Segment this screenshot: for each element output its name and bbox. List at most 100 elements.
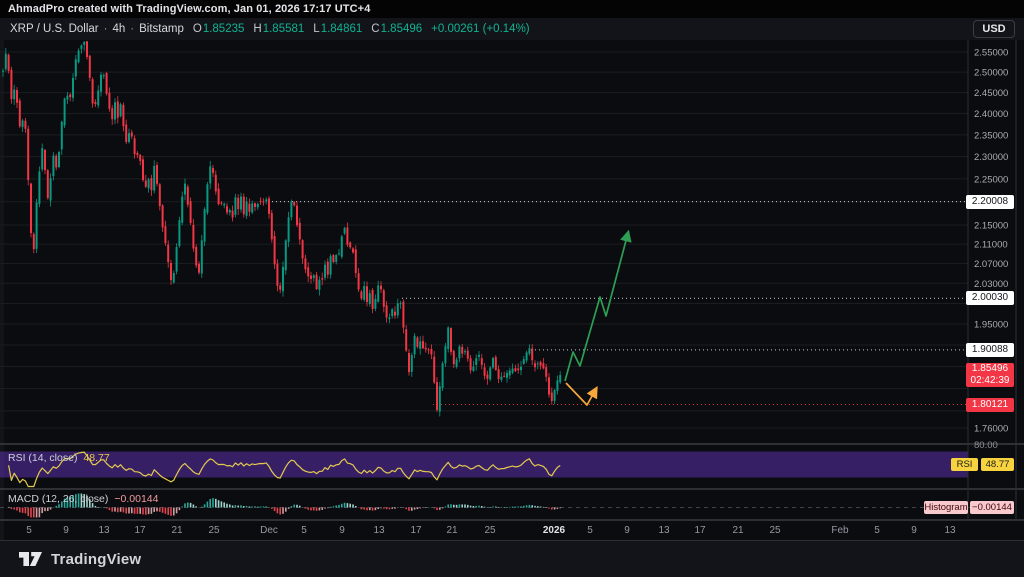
candle-body <box>447 327 449 349</box>
candle-body <box>220 203 222 204</box>
macd-bar <box>285 508 287 512</box>
candle-body <box>131 132 133 136</box>
candle-body <box>554 390 556 401</box>
level-price-label[interactable]: 1.90088 <box>966 343 1014 357</box>
macd-bar <box>529 505 531 508</box>
candle-body <box>442 363 444 388</box>
macd-bar <box>520 506 522 507</box>
level-price-label[interactable]: 1.80121 <box>966 398 1014 412</box>
candle-body <box>369 293 371 304</box>
chart-canvas[interactable]: 2.550002.500002.450002.400002.350002.300… <box>0 40 1024 540</box>
macd-bar <box>184 503 186 507</box>
drawing-arrow-pullback[interactable] <box>566 383 596 405</box>
time-tick-label: 9 <box>339 525 345 536</box>
macd-bar <box>313 508 315 511</box>
macd-bar <box>517 506 519 507</box>
candle-body <box>176 247 178 271</box>
chart-pane[interactable]: 2.550002.500002.450002.400002.350002.300… <box>0 40 1024 540</box>
tradingview-brand-text[interactable]: TradingView <box>51 551 141 568</box>
candle-body <box>36 203 38 249</box>
macd-bar <box>316 508 318 511</box>
candle-body <box>262 202 264 203</box>
macd-axis-value-badge[interactable]: −0.00144 <box>970 501 1014 514</box>
candle-body <box>358 273 360 289</box>
macd-bar <box>41 508 43 514</box>
macd-bar <box>523 506 525 508</box>
candle-body <box>215 175 217 192</box>
macd-bar <box>109 508 111 511</box>
macd-bar <box>540 507 542 508</box>
candle-body <box>274 236 276 264</box>
candle-body <box>456 359 458 366</box>
candle-body <box>304 258 306 269</box>
macd-value: −0.00144 <box>114 493 158 505</box>
candle-body <box>80 45 82 48</box>
macd-bar <box>44 508 46 512</box>
macd-bar <box>165 508 167 514</box>
candle-body <box>537 363 539 364</box>
time-tick-label: 13 <box>373 525 385 536</box>
timeframe[interactable]: 4h <box>112 23 125 35</box>
candle-body <box>260 201 262 202</box>
candle-body <box>335 255 337 262</box>
macd-bar <box>232 505 234 507</box>
macd-bar <box>439 508 441 510</box>
candle-body <box>428 349 430 350</box>
macd-bar <box>319 508 321 511</box>
macd-bar <box>534 506 536 508</box>
symbol-name[interactable]: XRP / U.S. Dollar <box>10 23 99 35</box>
candle-body <box>484 367 486 375</box>
macd-bar <box>467 505 469 508</box>
candle-body <box>190 201 192 223</box>
drawing-arrow-projection-up[interactable] <box>565 233 628 381</box>
candle-body <box>534 363 536 367</box>
macd-bar <box>204 504 206 507</box>
macd-bar <box>299 506 301 508</box>
candle-body <box>78 51 80 63</box>
candle-body <box>106 73 108 94</box>
macd-indicator-label[interactable]: MACD (12, 26, close)−0.00144 <box>8 493 158 505</box>
candle-body <box>461 347 463 354</box>
rsi-axis-name-badge[interactable]: RSI <box>951 458 978 471</box>
candle-body <box>414 336 416 355</box>
macd-bar <box>218 500 220 507</box>
candle-body <box>61 122 63 150</box>
rsi-indicator-label[interactable]: RSI (14, close)48.77 <box>8 452 110 464</box>
time-tick-label: 5 <box>301 525 307 536</box>
macd-bar <box>254 507 256 508</box>
macd-bar <box>492 506 494 507</box>
candle-body <box>10 70 12 99</box>
candle-body <box>425 348 427 350</box>
tradingview-logo-icon[interactable] <box>18 548 43 570</box>
level-price-label[interactable]: 2.00030 <box>966 291 1014 305</box>
candle-body <box>257 204 259 207</box>
macd-bar <box>221 501 223 507</box>
candle-body <box>332 255 334 262</box>
macd-axis-name-badge[interactable]: Histogram <box>924 501 968 514</box>
macd-bar <box>310 508 312 511</box>
macd-bar <box>117 508 119 513</box>
last-price-label[interactable]: 1.8549602:42:39 <box>966 363 1014 387</box>
candle-body <box>439 386 441 411</box>
time-scale[interactable]: 5913172125Dec591317212520265913172125Feb… <box>26 525 956 536</box>
candle-body <box>100 75 102 92</box>
price-tick-label: 2.30000 <box>974 152 1008 163</box>
open-value: 1.85235 <box>203 23 245 35</box>
macd-bar <box>22 508 24 513</box>
currency-toggle-button[interactable]: USD <box>973 20 1015 38</box>
level-price-label[interactable]: 2.20008 <box>966 195 1014 209</box>
macd-bar <box>190 503 192 508</box>
macd-bar <box>447 504 449 507</box>
candle-body <box>419 341 421 348</box>
rsi-axis-value-badge[interactable]: 48.77 <box>981 458 1014 471</box>
candle-body <box>422 341 424 348</box>
macd-bar <box>436 508 438 511</box>
candle-body <box>498 369 500 379</box>
rsi-band <box>0 452 968 478</box>
macd-bar <box>193 505 195 508</box>
candle-body <box>481 358 483 365</box>
macd-bar <box>142 508 144 515</box>
candle-body <box>8 55 10 71</box>
price-tick-label: 2.03000 <box>974 279 1008 290</box>
candle-body <box>75 59 77 76</box>
